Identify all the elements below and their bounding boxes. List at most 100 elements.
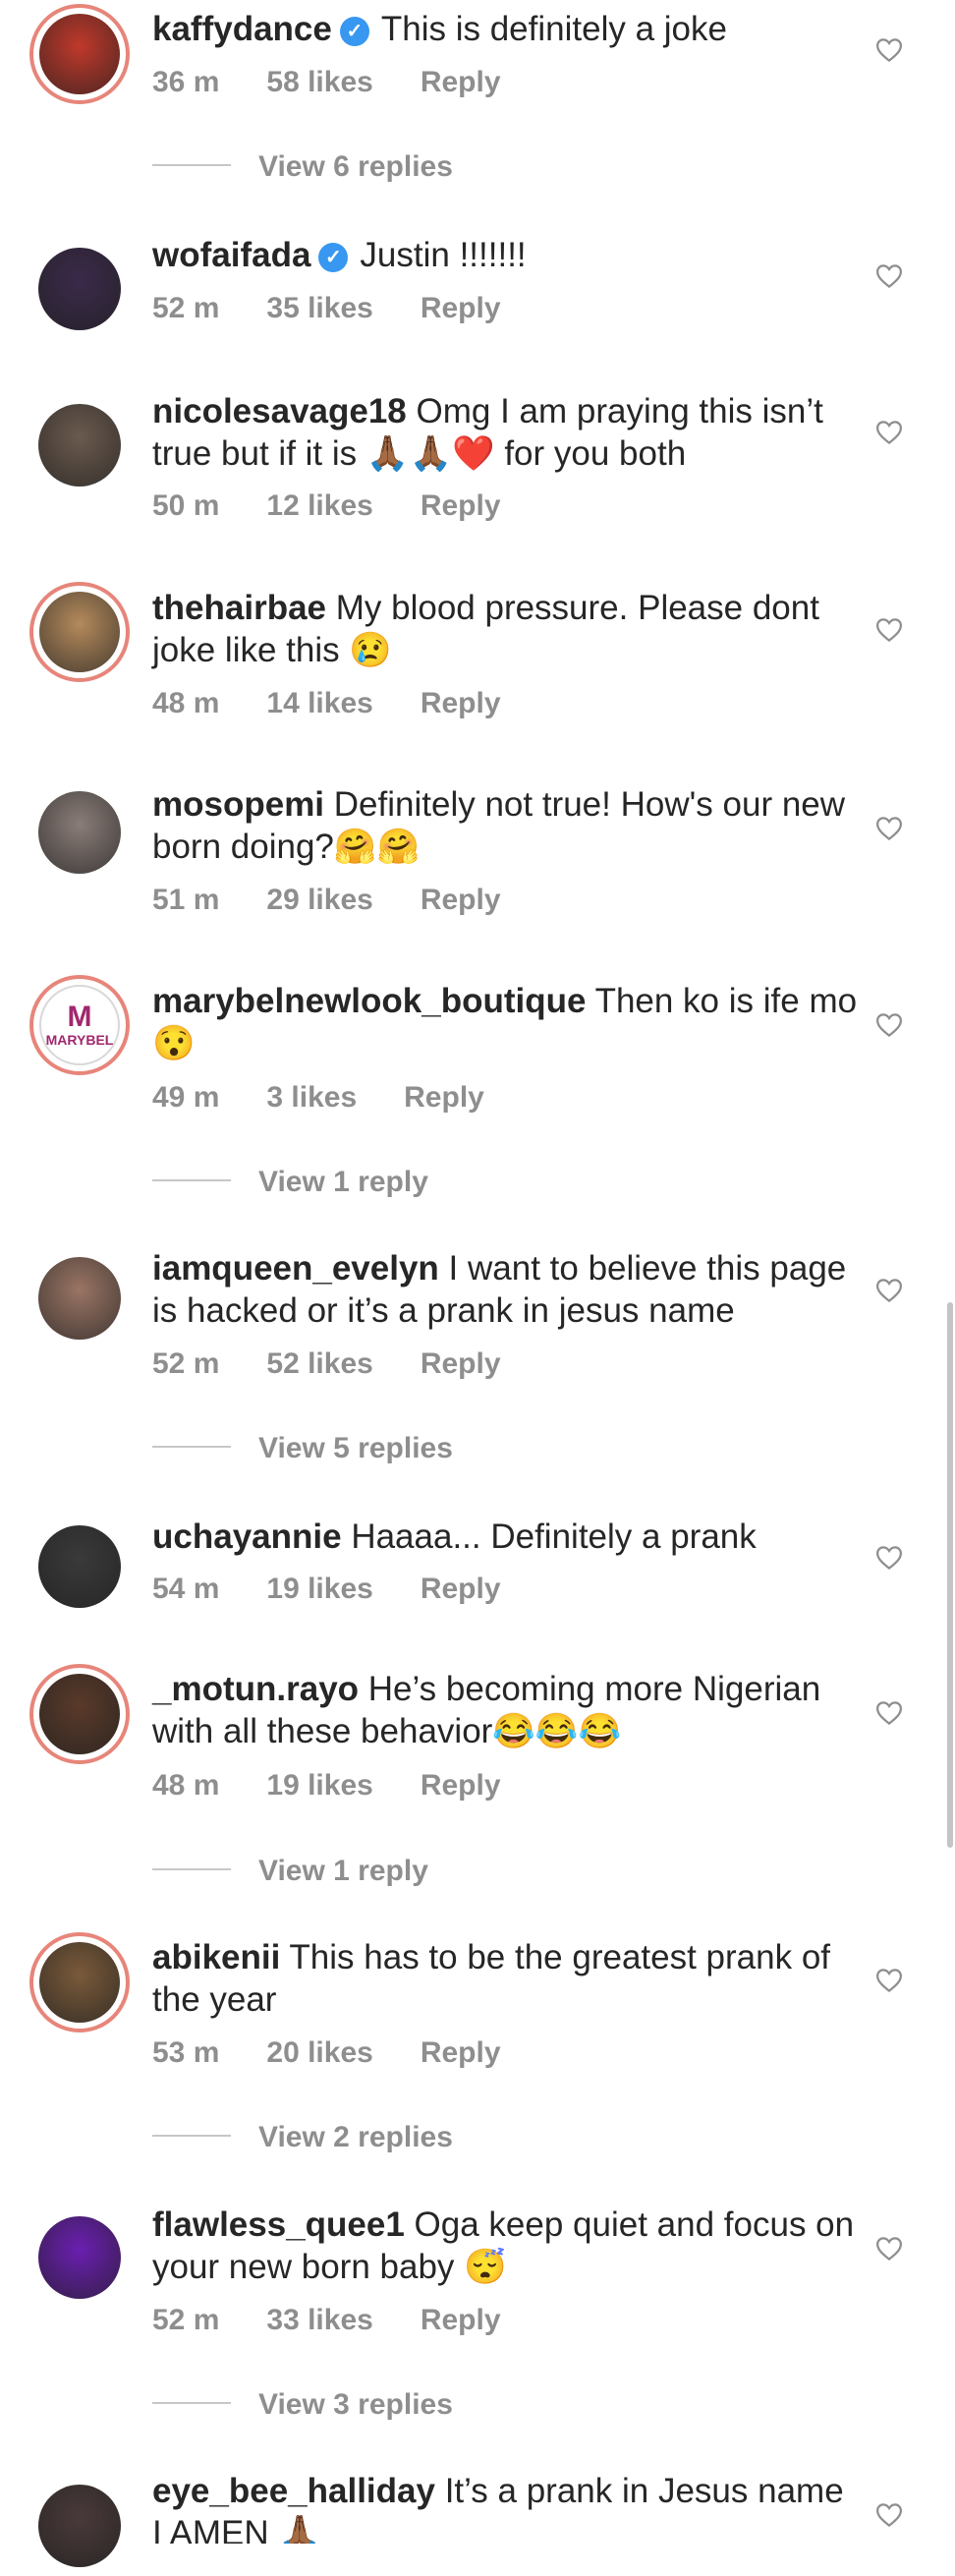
avatar[interactable] — [29, 239, 130, 339]
likes-count[interactable]: 33 likes — [266, 2304, 372, 2336]
username[interactable]: uchayannie — [152, 1517, 342, 1556]
username[interactable]: _motun.rayo — [152, 1670, 359, 1708]
comment-time: 50 m — [152, 489, 220, 522]
likes-count[interactable]: 14 likes — [266, 687, 372, 719]
username[interactable]: marybelnewlook_boutique — [152, 982, 586, 1020]
comment-text: eye_bee_halliday It’s a prank in Jesus n… — [152, 2470, 860, 2544]
username[interactable]: abikenii — [152, 1938, 280, 1976]
heart-icon[interactable] — [874, 35, 904, 65]
comment-time: 53 m — [152, 2036, 220, 2069]
heart-icon[interactable] — [874, 615, 904, 645]
comment-time: 48 m — [152, 1769, 220, 1802]
scrollbar[interactable] — [947, 1302, 953, 1848]
comment-time: 52 m — [152, 1347, 220, 1380]
avatar-image: M MARYBEL — [39, 985, 120, 1065]
comment-meta: 48 m 19 likes Reply — [152, 1768, 548, 1803]
avatar[interactable] — [29, 2207, 130, 2308]
reply-button[interactable]: Reply — [421, 1347, 501, 1380]
comment-time: 52 m — [152, 292, 220, 324]
view-replies-button[interactable]: View 1 reply — [152, 1854, 428, 1889]
heart-icon[interactable] — [874, 2234, 904, 2263]
comment-meta: 52 m 33 likes Reply — [152, 2303, 548, 2338]
comment-text: iamqueen_evelyn I want to believe this p… — [152, 1247, 860, 1332]
likes-count[interactable]: 52 likes — [266, 1347, 372, 1380]
heart-icon[interactable] — [874, 1010, 904, 1040]
reply-button[interactable]: Reply — [421, 1573, 501, 1605]
comment-text: flawless_quee1 Oga keep quiet and focus … — [152, 2204, 860, 2288]
username[interactable]: iamqueen_evelyn — [152, 1249, 439, 1288]
divider-line — [152, 164, 231, 166]
reply-button[interactable]: Reply — [421, 1769, 501, 1802]
comment-time: 51 m — [152, 884, 220, 916]
comment-time: 52 m — [152, 2304, 220, 2336]
reply-button[interactable]: Reply — [421, 66, 501, 98]
avatar[interactable] — [29, 582, 130, 682]
heart-icon[interactable] — [874, 261, 904, 291]
divider-line — [152, 1868, 231, 1870]
heart-icon[interactable] — [874, 1698, 904, 1728]
reply-button[interactable]: Reply — [404, 1081, 484, 1114]
reply-button[interactable]: Reply — [421, 489, 501, 522]
username[interactable]: flawless_quee1 — [152, 2205, 405, 2244]
reply-button[interactable]: Reply — [421, 884, 501, 916]
heart-icon[interactable] — [874, 2500, 904, 2530]
likes-count[interactable]: 3 likes — [266, 1081, 357, 1114]
avatar[interactable] — [29, 1932, 130, 2032]
comment-meta: 52 m 52 likes Reply — [152, 1346, 548, 1382]
view-replies-button[interactable]: View 2 replies — [152, 2120, 453, 2155]
comment-meta: 54 m 19 likes Reply — [152, 1572, 548, 1607]
heart-icon[interactable] — [874, 1543, 904, 1573]
comments-feed: kaffydance ✓ This is definitely a joke 36 m… — [0, 0, 955, 2567]
username[interactable]: kaffydance — [152, 10, 332, 48]
username[interactable]: eye_bee_halliday — [152, 2472, 435, 2510]
heart-icon[interactable] — [874, 1276, 904, 1305]
avatar-image — [39, 1674, 120, 1754]
comment-time: 54 m — [152, 1573, 220, 1605]
heart-icon[interactable] — [874, 814, 904, 843]
likes-count[interactable]: 20 likes — [266, 2036, 372, 2069]
avatar[interactable] — [29, 1664, 130, 1764]
avatar-image — [38, 2216, 121, 2299]
heart-icon[interactable] — [874, 418, 904, 447]
username[interactable]: wofaifada — [152, 236, 310, 274]
comment-body: Haaaa... Definitely a prank — [351, 1517, 757, 1556]
view-replies-button[interactable]: View 6 replies — [152, 149, 453, 185]
comment-time: 36 m — [152, 66, 220, 98]
view-replies-button[interactable]: View 3 replies — [152, 2387, 453, 2423]
reply-button[interactable]: Reply — [421, 2304, 501, 2336]
heart-icon[interactable] — [874, 1966, 904, 1995]
avatar-image — [39, 592, 120, 672]
avatar[interactable] — [29, 782, 130, 883]
likes-count[interactable]: 12 likes — [266, 489, 372, 522]
view-replies-button[interactable]: View 1 reply — [152, 1165, 428, 1200]
likes-count[interactable]: 58 likes — [266, 66, 372, 98]
comment-meta: 48 m 14 likes Reply — [152, 686, 548, 721]
view-replies-button[interactable]: View 5 replies — [152, 1431, 453, 1466]
reply-button[interactable]: Reply — [421, 292, 501, 324]
comment-meta: 53 m 20 likes Reply — [152, 2035, 548, 2071]
username[interactable]: thehairbae — [152, 589, 326, 627]
comment-meta: 49 m 3 likes Reply — [152, 1080, 532, 1116]
reply-button[interactable]: Reply — [421, 687, 501, 719]
avatar-image — [38, 2485, 121, 2567]
view-replies-label: View 1 reply — [258, 1855, 428, 1887]
avatar[interactable] — [29, 4, 130, 104]
avatar[interactable] — [29, 395, 130, 495]
avatar[interactable] — [29, 1248, 130, 1348]
likes-count[interactable]: 35 likes — [266, 292, 372, 324]
likes-count[interactable]: 19 likes — [266, 1769, 372, 1802]
avatar-image — [39, 14, 120, 94]
likes-count[interactable]: 19 likes — [266, 1573, 372, 1605]
reply-button[interactable]: Reply — [421, 2036, 501, 2069]
comment-text: marybelnewlook_boutique Then ko is ife m… — [152, 980, 860, 1064]
comment-meta: 36 m 58 likes Reply — [152, 65, 548, 100]
avatar[interactable]: M MARYBEL — [29, 975, 130, 1075]
username[interactable]: mosopemi — [152, 785, 324, 824]
verified-badge-icon: ✓ — [339, 17, 369, 46]
avatar[interactable] — [29, 2476, 130, 2576]
avatar[interactable] — [29, 1517, 130, 1617]
avatar-image — [38, 404, 121, 487]
username[interactable]: nicolesavage18 — [152, 392, 407, 430]
likes-count[interactable]: 29 likes — [266, 884, 372, 916]
comment-text: kaffydance ✓ This is definitely a joke — [152, 8, 860, 50]
